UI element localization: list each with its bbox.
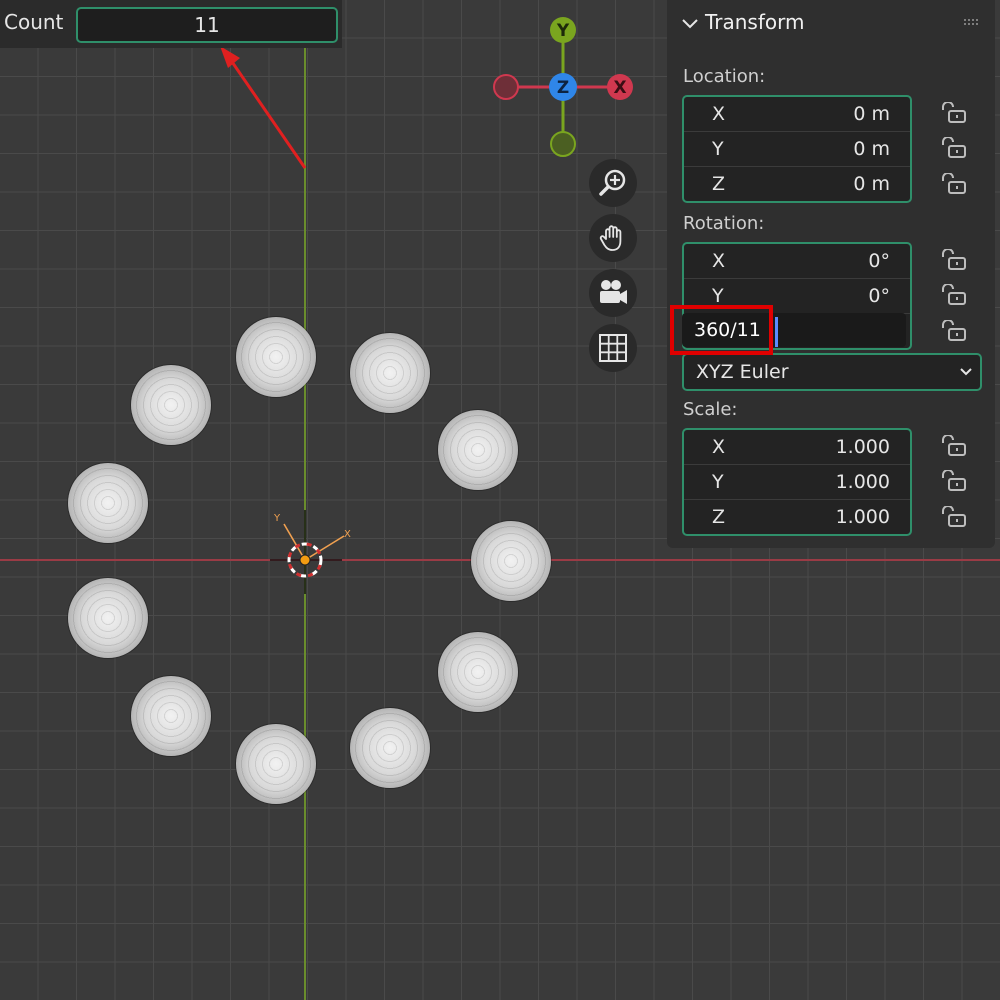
field-value: 0 m xyxy=(853,138,890,160)
sphere-object[interactable] xyxy=(350,333,430,413)
field-value: 0° xyxy=(868,285,890,307)
scale-x-field[interactable]: X 1.000 xyxy=(684,430,910,465)
sphere-object[interactable] xyxy=(438,410,518,490)
grid-view-button[interactable] xyxy=(589,324,637,372)
neg-y-handle[interactable] xyxy=(550,131,576,157)
highlight-box xyxy=(670,305,773,355)
location-fields: X 0 m Y 0 m Z 0 m xyxy=(682,95,912,203)
rotation-mode-dropdown[interactable]: XYZ Euler xyxy=(682,353,982,391)
location-x-field[interactable]: X 0 m xyxy=(684,97,910,132)
scale-label: Scale: xyxy=(683,399,738,420)
annotation-arrow xyxy=(220,46,307,169)
rotation-x-field[interactable]: X 0° xyxy=(684,244,910,279)
sphere-object[interactable] xyxy=(471,521,551,601)
grid-icon xyxy=(599,334,627,362)
transform-panel: Transform Location: X 0 m Y 0 m Z 0 m Ro… xyxy=(667,0,995,548)
gizmo-y-label: Y xyxy=(556,21,570,41)
camera-icon xyxy=(600,280,627,304)
scale-y-field[interactable]: Y 1.000 xyxy=(684,465,910,500)
sphere-object[interactable] xyxy=(131,676,211,756)
count-field[interactable]: 11 xyxy=(76,7,338,43)
lock-icon[interactable] xyxy=(939,320,967,342)
camera-view-button[interactable] xyxy=(589,269,637,317)
field-value: 0° xyxy=(868,250,890,272)
axis-label: X xyxy=(712,436,726,458)
zoom-icon xyxy=(599,169,626,196)
rotation-label: Rotation: xyxy=(683,213,765,234)
lock-icon[interactable] xyxy=(939,435,967,457)
field-value: 1.000 xyxy=(835,436,890,458)
axis-label: Y xyxy=(712,138,724,160)
axis-label: Y xyxy=(712,285,724,307)
lock-icon[interactable] xyxy=(939,102,967,124)
field-value: 1.000 xyxy=(835,506,890,528)
field-value: 0 m xyxy=(853,173,890,195)
pan-button[interactable] xyxy=(589,214,637,262)
object-origin-gizmo[interactable]: Y X xyxy=(270,510,360,600)
sphere-object[interactable] xyxy=(236,317,316,397)
axis-label: Z xyxy=(712,173,726,195)
neg-x-handle[interactable] xyxy=(493,74,519,100)
lock-icon[interactable] xyxy=(939,137,967,159)
text-caret xyxy=(775,317,778,347)
sphere-object[interactable] xyxy=(236,724,316,804)
navigation-gizmo[interactable]: Y X Z xyxy=(488,14,638,162)
lock-icon[interactable] xyxy=(939,506,967,528)
rotation-mode-value: XYZ Euler xyxy=(696,361,789,383)
lock-icon[interactable] xyxy=(939,284,967,306)
scale-fields: X 1.000 Y 1.000 Z 1.000 xyxy=(682,428,912,536)
count-operator-panel: Count 11 xyxy=(0,0,342,48)
lock-icon[interactable] xyxy=(939,470,967,492)
hand-pan-icon xyxy=(599,225,622,251)
drag-grip-icon[interactable] xyxy=(963,18,981,26)
axis-label: Z xyxy=(712,506,726,528)
field-value: 1.000 xyxy=(835,471,890,493)
location-y-field[interactable]: Y 0 m xyxy=(684,132,910,167)
zoom-button[interactable] xyxy=(589,159,637,207)
origin-y-label: Y xyxy=(273,513,281,524)
gizmo-z-label: Z xyxy=(557,78,569,98)
chevron-down-icon xyxy=(960,368,972,376)
sphere-object[interactable] xyxy=(68,578,148,658)
lock-icon[interactable] xyxy=(939,173,967,195)
sphere-object[interactable] xyxy=(438,632,518,712)
gizmo-x-label: X xyxy=(613,78,626,98)
lock-icon[interactable] xyxy=(939,249,967,271)
field-value: 0 m xyxy=(853,103,890,125)
location-z-field[interactable]: Z 0 m xyxy=(684,167,910,201)
sphere-object[interactable] xyxy=(131,365,211,445)
origin-x-label: X xyxy=(344,529,351,540)
sphere-object[interactable] xyxy=(350,708,430,788)
scale-z-field[interactable]: Z 1.000 xyxy=(684,500,910,534)
panel-title: Transform xyxy=(705,10,805,34)
sphere-object[interactable] xyxy=(68,463,148,543)
axis-label: Y xyxy=(712,471,724,493)
axis-label: X xyxy=(712,250,726,272)
axis-label: X xyxy=(712,103,726,125)
chevron-down-icon[interactable] xyxy=(679,12,701,34)
count-label: Count xyxy=(4,10,64,34)
location-label: Location: xyxy=(683,66,766,87)
